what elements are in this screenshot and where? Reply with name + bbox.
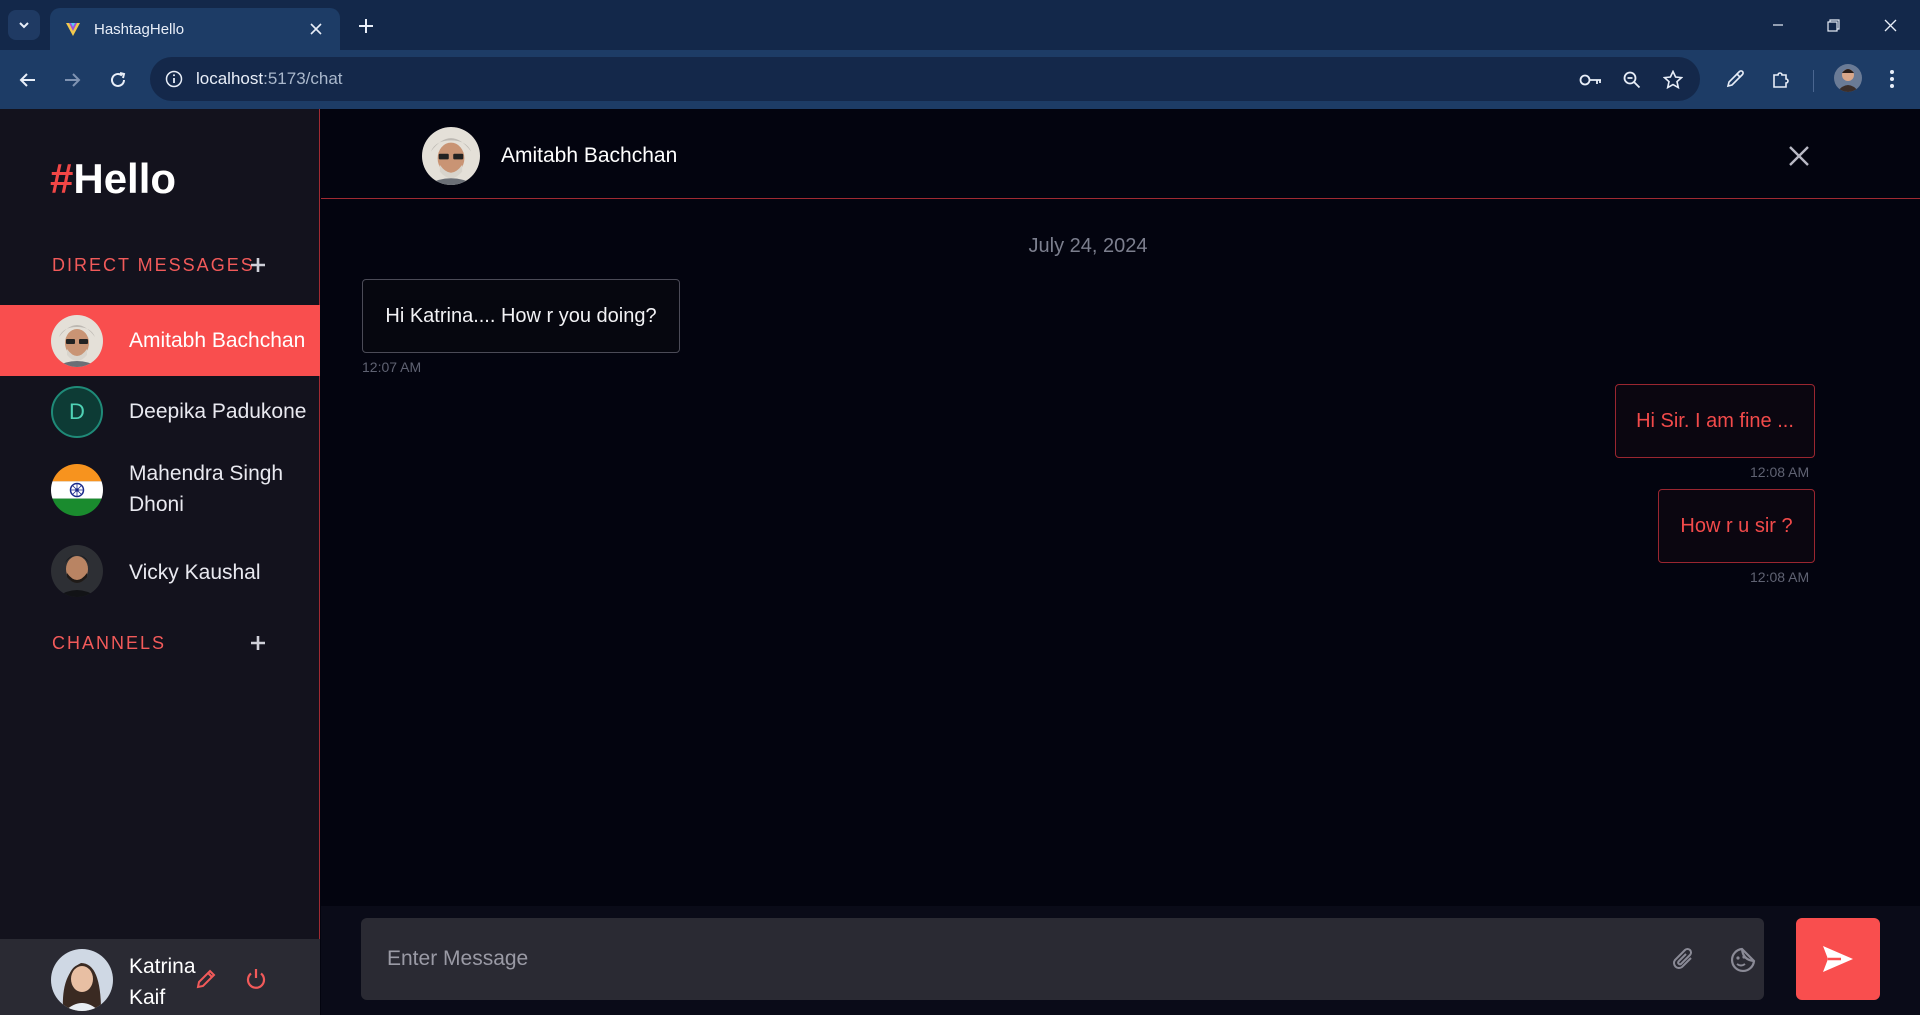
- app-favicon-icon: [66, 23, 80, 36]
- message-bubble-outgoing: Hi Sir. I am fine ...: [1615, 384, 1815, 458]
- zoom-icon[interactable]: [1619, 67, 1645, 93]
- emoji-picker-button[interactable]: [1727, 944, 1759, 976]
- message-timestamp: 12:08 AM: [1750, 464, 1810, 480]
- address-bar[interactable]: localhost:5173/chat: [150, 57, 1700, 101]
- site-info-icon[interactable]: [162, 67, 186, 91]
- message-bubble-outgoing: How r u sir ?: [1658, 489, 1815, 563]
- contact-name: Vicky Kaushal: [129, 561, 261, 584]
- app-logo: #Hello: [50, 155, 177, 202]
- direct-messages-heading: DIRECT MESSAGES: [52, 255, 255, 275]
- user-avatar[interactable]: [51, 949, 113, 1011]
- url-text: localhost:5173/chat: [196, 69, 343, 88]
- plus-icon: [251, 636, 265, 650]
- message-input-container: [361, 918, 1764, 1000]
- send-message-button[interactable]: [1796, 918, 1880, 1000]
- minimize-button[interactable]: [1758, 10, 1798, 40]
- tab-close-button[interactable]: [304, 17, 328, 41]
- current-user-bar: Katrina Kaif: [0, 939, 320, 1015]
- india-flag-icon: [51, 464, 103, 516]
- edit-profile-button[interactable]: [192, 965, 220, 993]
- browser-tab[interactable]: HashtagHello: [50, 8, 340, 50]
- restore-button[interactable]: [1813, 10, 1853, 40]
- avatar-initial: D: [69, 399, 85, 424]
- pencil-icon: [196, 969, 216, 989]
- browser-menu-icon[interactable]: [1876, 63, 1908, 95]
- back-button[interactable]: [12, 64, 44, 96]
- date-separator: July 24, 2024: [1028, 235, 1148, 257]
- plus-icon: [359, 19, 373, 33]
- browser-toolbar: localhost:5173/chat: [0, 50, 1920, 109]
- contact-name: Amitabh Bachchan: [129, 329, 306, 352]
- contact-item-vicky-kaushal[interactable]: Vicky Kaushal: [0, 533, 320, 611]
- toolbar-divider: [1813, 70, 1814, 92]
- close-icon: [310, 23, 322, 35]
- close-icon: [1884, 19, 1896, 31]
- tab-title: HashtagHello: [94, 20, 185, 38]
- message-timestamp: 12:07 AM: [362, 359, 422, 375]
- chat-app: #Hello DIRECT MESSAGES Amitabh Bachchan …: [0, 109, 1920, 1015]
- paperclip-icon: [1673, 947, 1693, 969]
- password-key-icon[interactable]: [1578, 67, 1604, 93]
- send-icon: [1823, 946, 1853, 972]
- close-icon: [1789, 146, 1809, 166]
- message-input[interactable]: [361, 918, 1661, 1000]
- emoji-sticker-icon: [1730, 947, 1756, 973]
- avatar: D: [51, 386, 103, 438]
- contact-item-mahendra-singh-dhoni[interactable]: Mahendra Singh Dhoni: [0, 448, 320, 533]
- arrow-right-icon: [65, 73, 81, 87]
- minimize-icon: [1773, 24, 1783, 26]
- contact-name: Deepika Padukone: [129, 400, 307, 423]
- reload-icon: [111, 72, 126, 87]
- contact-item-deepika-padukone[interactable]: D Deepika Padukone: [0, 376, 320, 448]
- forward-button[interactable]: [56, 64, 88, 96]
- avatar: [51, 545, 103, 597]
- message-timestamp: 12:08 AM: [1750, 569, 1810, 585]
- plus-icon: [251, 258, 265, 272]
- message-composer: [321, 906, 1920, 1015]
- avatar: [51, 464, 103, 516]
- reload-button[interactable]: [102, 64, 134, 96]
- add-channel-button[interactable]: [246, 631, 270, 655]
- arrow-left-icon: [19, 73, 35, 87]
- chevron-down-icon: [19, 22, 29, 29]
- close-chat-button[interactable]: [1783, 140, 1815, 172]
- browser-profile-avatar[interactable]: [1834, 64, 1862, 92]
- tab-search-button[interactable]: [8, 10, 40, 40]
- channels-heading: CHANNELS: [52, 633, 167, 653]
- avatar: [51, 315, 103, 367]
- eyedropper-icon[interactable]: [1719, 63, 1751, 95]
- contact-item-amitabh-bachchan[interactable]: Amitabh Bachchan: [0, 305, 320, 376]
- chat-panel: Amitabh Bachchan July 24, 2024 Hi Katrin…: [321, 109, 1920, 1015]
- window-close-button[interactable]: [1870, 10, 1910, 40]
- chat-contact-name: Amitabh Bachchan: [501, 144, 678, 167]
- add-direct-message-button[interactable]: [246, 253, 270, 277]
- chat-header: Amitabh Bachchan: [321, 109, 1920, 199]
- chat-contact-avatar: [422, 127, 480, 185]
- extensions-puzzle-icon[interactable]: [1765, 63, 1797, 95]
- restore-icon: [1826, 18, 1840, 32]
- power-icon: [246, 969, 266, 989]
- message-bubble-incoming: Hi Katrina.... How r you doing?: [362, 279, 680, 353]
- logout-button[interactable]: [242, 965, 270, 993]
- new-tab-button[interactable]: [352, 12, 380, 40]
- attach-file-button[interactable]: [1668, 944, 1700, 976]
- bookmark-star-icon[interactable]: [1660, 67, 1686, 93]
- browser-tab-strip: HashtagHello: [0, 0, 1920, 50]
- contact-name: Mahendra Singh Dhoni: [129, 462, 284, 516]
- sidebar: #Hello DIRECT MESSAGES Amitabh Bachchan …: [0, 109, 320, 1015]
